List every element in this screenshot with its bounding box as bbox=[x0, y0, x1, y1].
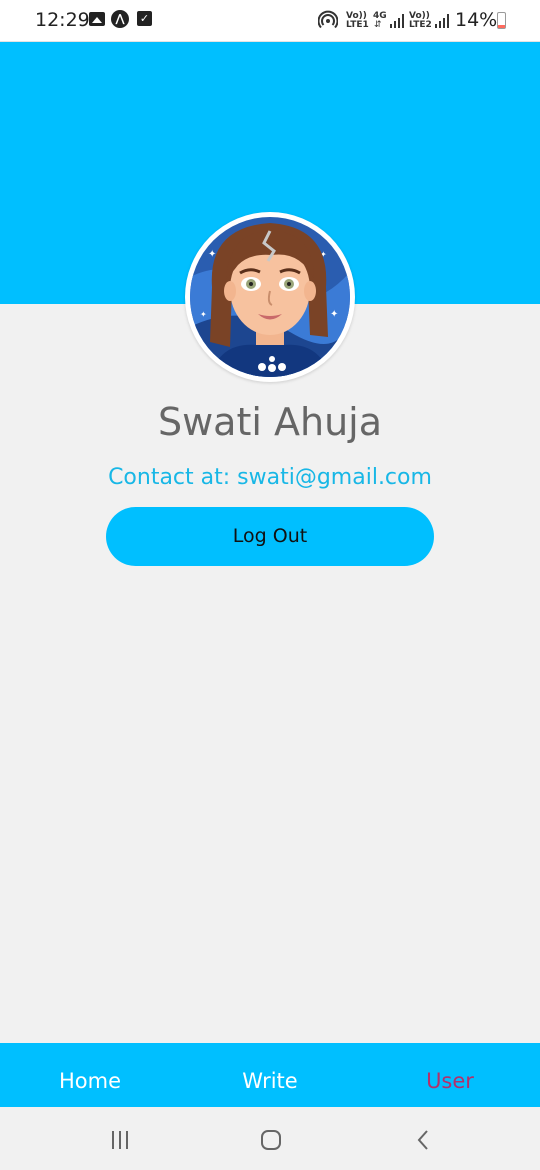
battery-percent: 14% bbox=[455, 9, 498, 31]
profile-name: Swati Ahuja bbox=[157, 400, 383, 444]
status-time: 12:29 bbox=[35, 9, 90, 31]
lte1-label: LTE1 bbox=[346, 20, 369, 30]
home-icon[interactable] bbox=[256, 1125, 286, 1155]
data-arrows-icon: ⇵ bbox=[374, 20, 382, 30]
svg-text:✦: ✦ bbox=[200, 310, 207, 319]
tab-home[interactable]: Home bbox=[0, 1043, 180, 1107]
status-bar: 12:29 ⋀ ✓ Vo)) LTE1 4G ⇵ Vo)) LTE2 14% bbox=[0, 0, 540, 42]
tab-user[interactable]: User bbox=[360, 1043, 540, 1107]
gallery-icon bbox=[89, 12, 105, 26]
hotspot-icon bbox=[318, 10, 338, 29]
back-icon[interactable] bbox=[408, 1125, 438, 1155]
signal-icon bbox=[390, 14, 404, 28]
svg-text:✦: ✦ bbox=[330, 309, 338, 320]
a-icon: ⋀ bbox=[111, 10, 129, 28]
check-icon: ✓ bbox=[137, 11, 152, 26]
avatar: ✦ ✦ ✦ ✦ bbox=[185, 212, 355, 382]
bottom-tab-bar: Home Write User bbox=[0, 1043, 540, 1107]
tab-write[interactable]: Write bbox=[180, 1043, 360, 1107]
avatar-image: ✦ ✦ ✦ ✦ bbox=[190, 217, 350, 377]
recent-apps-icon[interactable] bbox=[105, 1125, 135, 1155]
signal-icon bbox=[435, 14, 449, 28]
lte2-label: LTE2 bbox=[409, 20, 432, 30]
profile-contact: Contact at: swati@gmail.com bbox=[108, 465, 432, 490]
battery-icon bbox=[497, 12, 506, 29]
system-nav-bar bbox=[0, 1107, 540, 1170]
logout-button[interactable]: Log Out bbox=[106, 507, 434, 566]
